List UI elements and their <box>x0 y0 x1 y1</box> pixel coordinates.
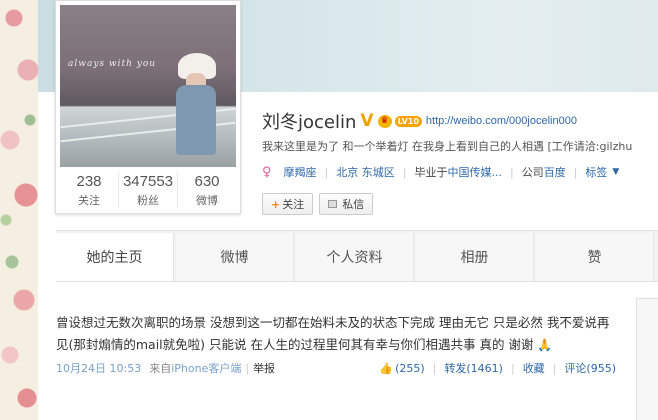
profile-bio: 我来这里是为了 和一个举着灯 在我身上看到自己的人相遇 [工作请洽:gilzhu <box>262 140 633 153</box>
stat-followers[interactable]: 347553 粉丝 <box>119 173 178 208</box>
favorite-link[interactable]: 收藏 <box>523 360 545 376</box>
profile-name: 刘冬jocelin <box>262 112 357 133</box>
report-link[interactable]: 举报 <box>253 360 275 376</box>
vip-crown-icon[interactable]: ♛ <box>377 114 392 128</box>
location-link[interactable]: 北京 东城区 <box>336 164 395 180</box>
separator: | <box>552 361 557 375</box>
post-text: 曾设想过无数次离职的场景 没想到这一切都在始料未及的状态下完成 理由无它 只是必… <box>56 312 616 356</box>
post-time-link[interactable]: 10月24日 10:53 <box>56 360 141 376</box>
profile-url-link[interactable]: http://weibo.com/000jocelin000 <box>426 115 577 127</box>
floral-background <box>0 0 38 420</box>
follow-button[interactable]: + 关注 <box>262 193 314 215</box>
separator: | <box>510 361 515 375</box>
stat-label: 粉丝 <box>137 194 159 207</box>
post-footer: 10月24日 10:53 来自 iPhone客户端 | 举报 👍 (255) |… <box>56 360 616 376</box>
comment-link[interactable]: 评论(955) <box>564 360 616 376</box>
thumbs-up-icon[interactable]: 👍 <box>379 362 393 375</box>
stat-label: 微博 <box>196 194 218 207</box>
tab-album[interactable]: 相册 <box>416 233 534 281</box>
separator: | <box>573 165 578 179</box>
separator: | <box>402 165 407 179</box>
stat-number: 630 <box>194 173 220 190</box>
profile-stats: 238 关注 347553 粉丝 630 微博 <box>60 173 236 208</box>
zodiac-link[interactable]: 摩羯座 <box>284 164 317 180</box>
tab-profile-info[interactable]: 个人资料 <box>296 233 414 281</box>
education-prefix: 毕业于 <box>414 166 448 179</box>
follow-label: 关注 <box>282 198 305 211</box>
post-source-link[interactable]: iPhone客户端 <box>171 360 241 376</box>
chevron-down-icon[interactable]: ▼ <box>612 167 619 177</box>
separator: | <box>245 361 250 375</box>
stat-number: 238 <box>76 173 102 190</box>
profile-page: always with you 238 关注 347553 粉丝 630 微博 … <box>38 0 658 420</box>
tags-link[interactable]: 标签 <box>585 164 607 180</box>
repost-link[interactable]: 转发(1461) <box>444 360 503 376</box>
stat-following[interactable]: 238 关注 <box>60 173 119 208</box>
tab-likes[interactable]: 赞 <box>536 233 654 281</box>
right-sidebar-panel <box>636 298 658 420</box>
tab-home[interactable]: 她的主页 <box>56 233 174 281</box>
stat-number: 347553 <box>122 173 174 190</box>
company-prefix: 公司 <box>521 166 544 179</box>
source-prefix: 来自 <box>149 362 172 375</box>
weibo-post: 曾设想过无数次离职的场景 没想到这一切都在始料未及的状态下完成 理由无它 只是必… <box>56 312 616 376</box>
separator: | <box>509 165 514 179</box>
message-icon <box>328 200 338 208</box>
verified-icon[interactable]: V <box>360 111 373 131</box>
education-link[interactable]: 中国传媒... <box>447 164 502 180</box>
profile-meta: ♀ 摩羯座 | 北京 东城区 | 毕业于 中国传媒... | 公司 百度 | 标… <box>262 164 658 180</box>
profile-actions: + 关注 私信 <box>262 193 379 215</box>
female-icon: ♀ <box>262 164 272 180</box>
message-label: 私信 <box>342 198 365 211</box>
level-badge[interactable]: LV10 <box>394 115 422 127</box>
avatar-card: always with you 238 关注 347553 粉丝 630 微博 <box>55 0 241 214</box>
separator: | <box>324 165 329 179</box>
company-link[interactable]: 百度 <box>544 164 566 180</box>
tab-weibo[interactable]: 微博 <box>176 233 294 281</box>
avatar[interactable]: always with you <box>60 5 236 167</box>
post-actions: 👍 (255) | 转发(1461) | 收藏 | 评论(955) <box>379 360 616 376</box>
separator: | <box>432 361 437 375</box>
profile-name-row: 刘冬jocelin V ♛ LV10 http://weibo.com/000j… <box>262 108 577 134</box>
pray-emoji-icon: 🙏 <box>537 338 553 352</box>
profile-tabs: 她的主页 微博 个人资料 相册 赞 <box>56 230 658 282</box>
stat-label: 关注 <box>78 194 100 207</box>
stat-posts[interactable]: 630 微博 <box>178 173 236 208</box>
avatar-caption: always with you <box>68 59 157 69</box>
plus-icon: + <box>271 197 281 211</box>
like-count[interactable]: (255) <box>395 362 425 375</box>
message-button[interactable]: 私信 <box>319 193 374 215</box>
